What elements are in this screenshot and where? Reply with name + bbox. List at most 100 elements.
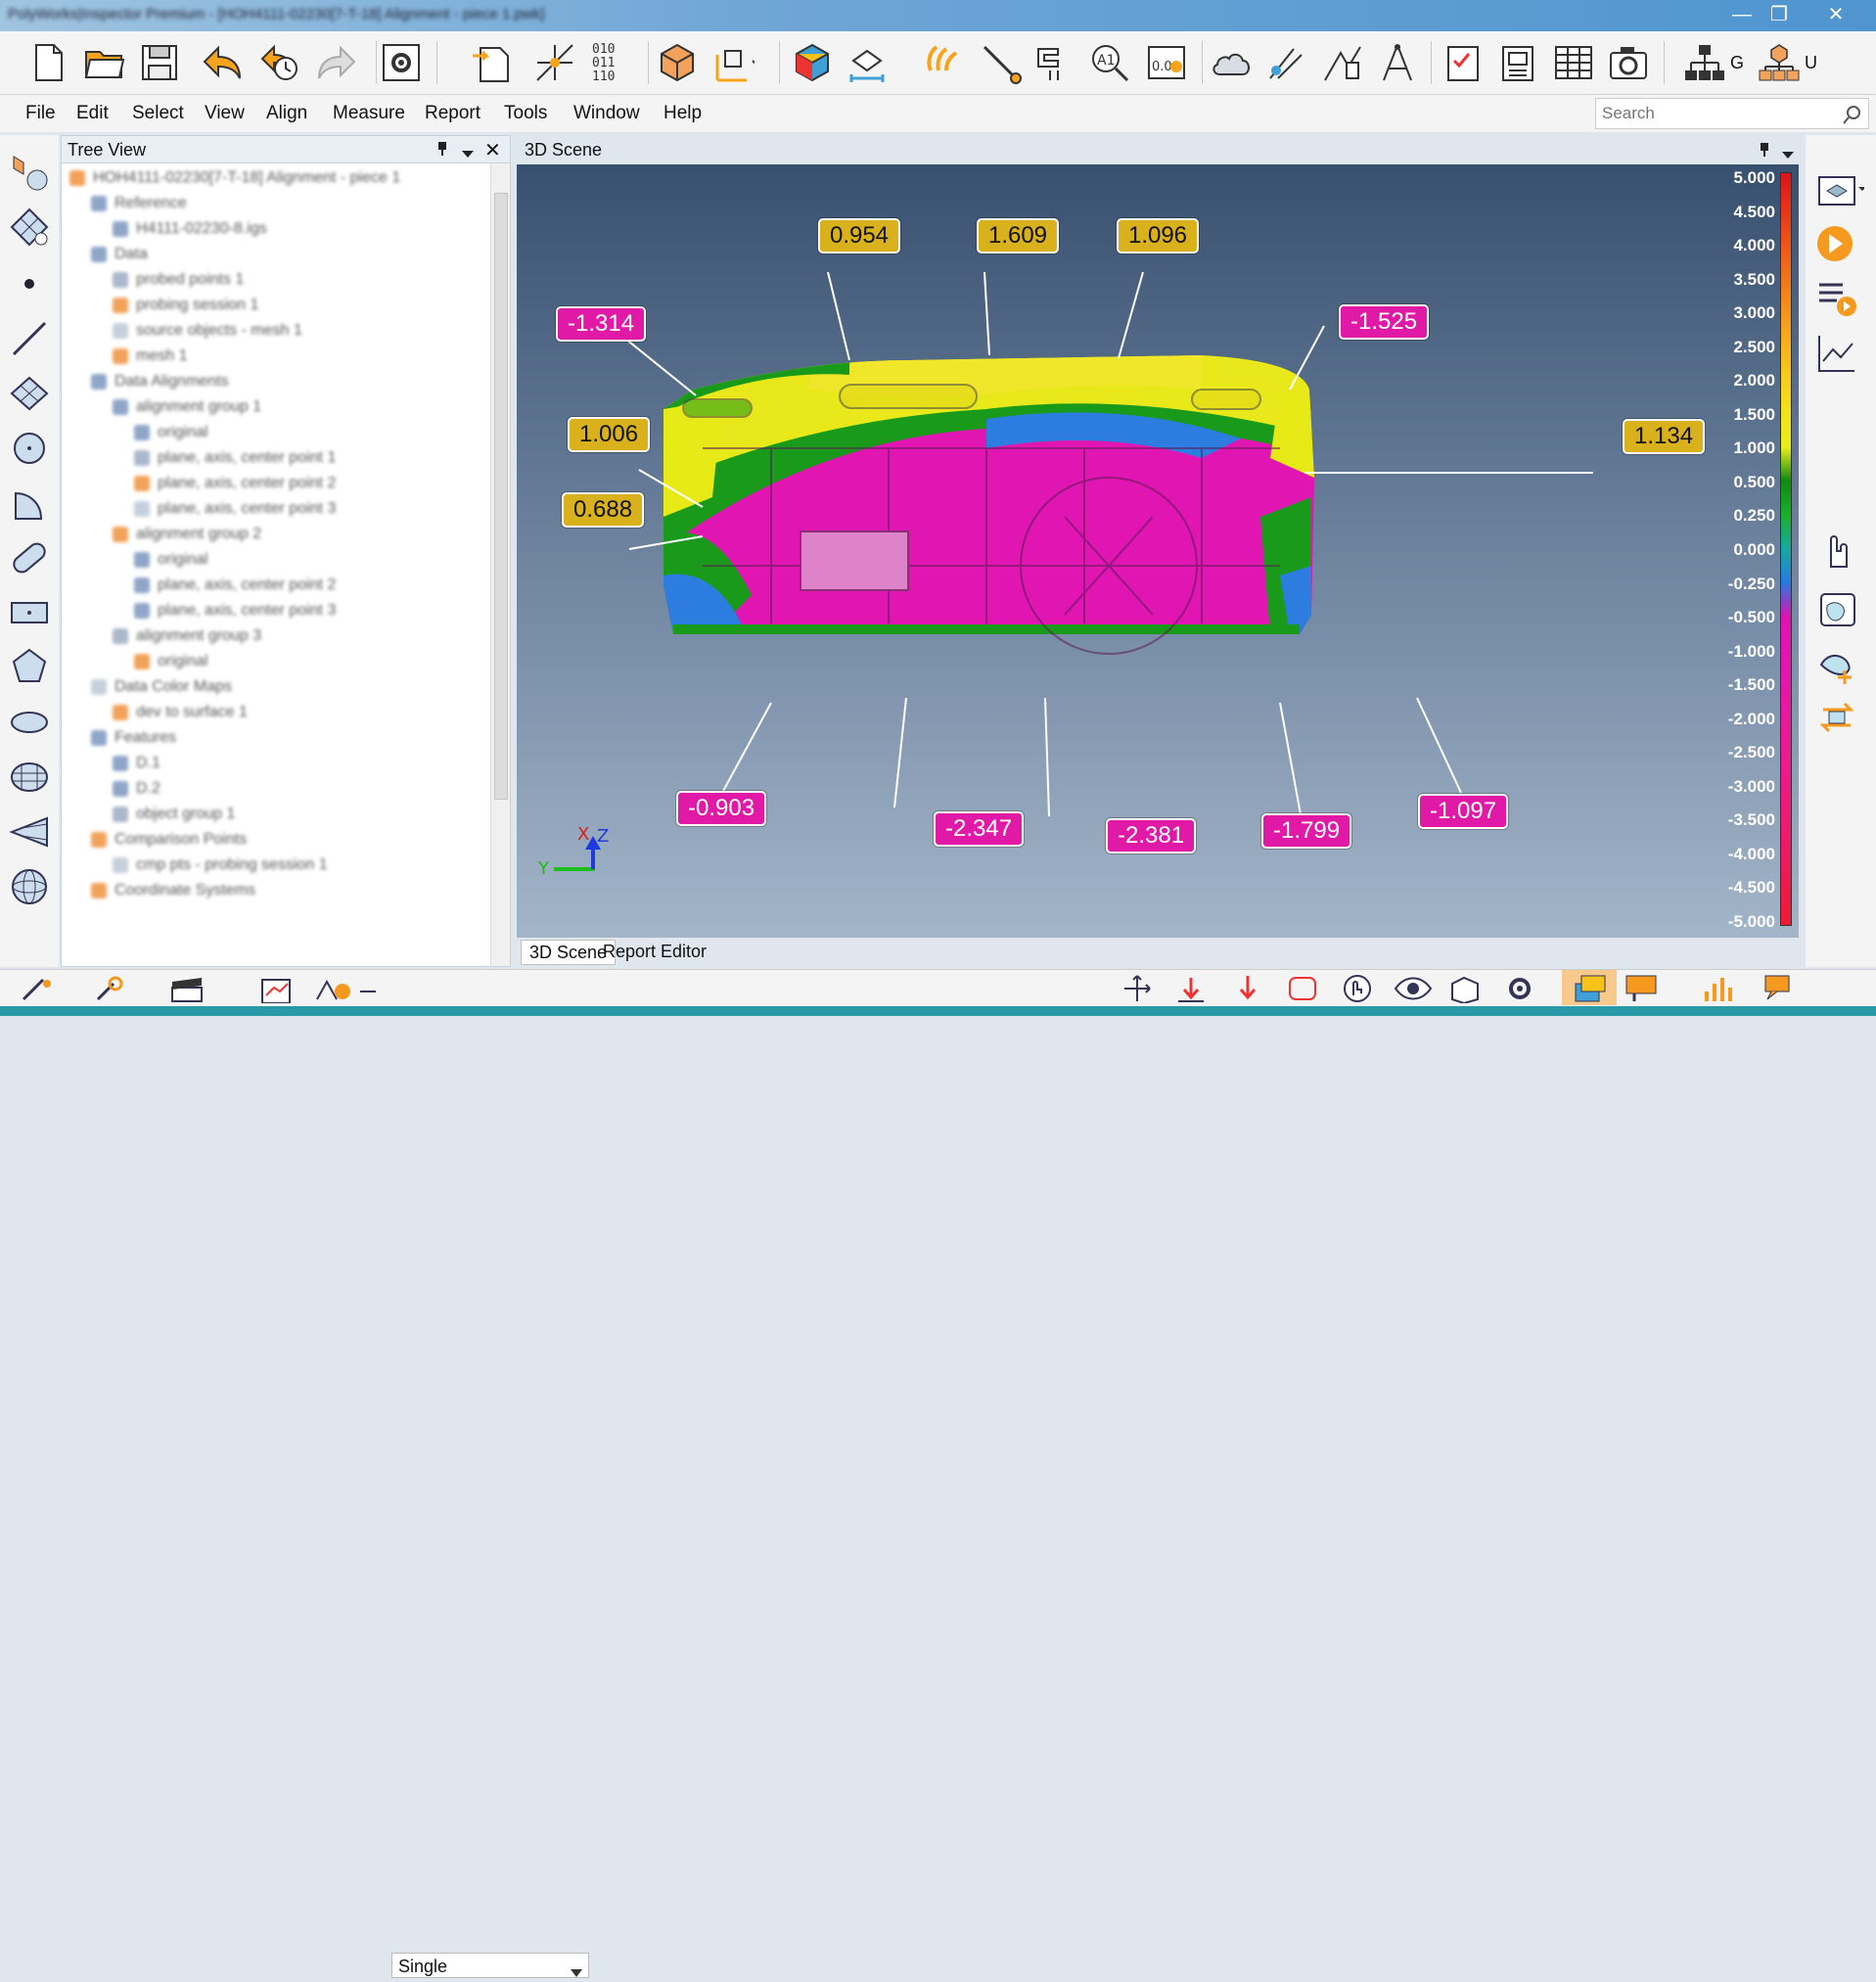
tree-item[interactable]: Data Color Maps xyxy=(91,678,232,704)
pick-tool-icon[interactable] xyxy=(94,976,133,1008)
probe-tool-icon[interactable] xyxy=(20,976,59,1008)
probe-icon[interactable] xyxy=(921,41,964,84)
deviation-label[interactable]: -1.097 xyxy=(1418,794,1509,829)
brush-icon[interactable] xyxy=(313,976,382,1008)
spreadsheet-icon[interactable] xyxy=(1552,41,1595,84)
menu-file[interactable]: File xyxy=(25,103,56,124)
deviation-label[interactable]: -2.381 xyxy=(1106,818,1197,853)
cylinder-icon[interactable] xyxy=(8,756,51,799)
callout-icon[interactable] xyxy=(1762,974,1795,1008)
hand-pointer-icon[interactable] xyxy=(1815,525,1864,574)
plane-icon[interactable] xyxy=(8,372,51,415)
camera-icon[interactable] xyxy=(1607,41,1650,84)
eye-icon[interactable] xyxy=(1394,974,1433,1008)
tree-item[interactable]: HOH4111-02230[7-T-18] Alignment - piece … xyxy=(69,169,400,195)
scene-pin-icon[interactable] xyxy=(1758,141,1771,163)
histogram-icon[interactable] xyxy=(1703,974,1736,1008)
add-object-icon[interactable] xyxy=(1815,642,1864,691)
menu-measure[interactable]: Measure xyxy=(333,103,405,124)
tree-item[interactable]: D.2 xyxy=(113,780,160,806)
chart-icon[interactable] xyxy=(1321,41,1364,84)
cloud-icon[interactable] xyxy=(1210,41,1253,84)
trend-chart-icon[interactable] xyxy=(1815,329,1864,378)
align-icon[interactable] xyxy=(533,41,576,84)
tree-item[interactable]: original xyxy=(134,551,208,576)
menu-help[interactable]: Help xyxy=(663,103,702,124)
polygon-icon[interactable] xyxy=(8,646,51,689)
tree-item[interactable]: plane, axis, center point 2 xyxy=(134,576,336,602)
tree-item[interactable]: plane, axis, center point 1 xyxy=(134,449,336,475)
deviation-label[interactable]: 1.609 xyxy=(976,218,1060,254)
color-map-toggle[interactable] xyxy=(1562,970,1617,1005)
3d-viewport[interactable]: X Z Y 0.954 1.609 1.096 -1.314 -1.525 1.… xyxy=(517,164,1799,938)
deviation-label[interactable]: 1.134 xyxy=(1623,419,1706,454)
tree-item[interactable]: original xyxy=(134,424,208,449)
compass-icon[interactable] xyxy=(1376,41,1419,84)
align-down-icon[interactable] xyxy=(1174,974,1208,1008)
play-icon[interactable] xyxy=(1815,219,1864,268)
close-button[interactable]: ✕ xyxy=(1818,2,1853,27)
scene-view-icon[interactable] xyxy=(1815,164,1864,213)
feature-icon[interactable] xyxy=(847,41,891,84)
tree-item[interactable]: alignment group 1 xyxy=(113,398,261,424)
deviation-label[interactable]: 0.954 xyxy=(817,218,901,254)
tree-item[interactable]: plane, axis, center point 2 xyxy=(134,475,336,500)
tree-item[interactable]: alignment group 3 xyxy=(113,627,261,653)
binary-data-icon[interactable]: 010 011 110 xyxy=(590,41,633,84)
tree-scrollbar[interactable] xyxy=(490,163,510,966)
sphere-icon[interactable] xyxy=(8,865,51,908)
undo-history-icon[interactable] xyxy=(258,41,301,84)
line-icon[interactable] xyxy=(8,317,51,360)
tree-item[interactable]: probing session 1 xyxy=(113,297,258,322)
tree-item[interactable]: Features xyxy=(91,729,176,755)
maximize-button[interactable]: ❐ xyxy=(1762,2,1797,27)
tree-item[interactable]: probed points 1 xyxy=(113,271,244,297)
tree-item[interactable]: Data Alignments xyxy=(91,373,229,398)
swap-icon[interactable] xyxy=(1815,693,1864,742)
rectangle-icon[interactable] xyxy=(8,591,51,634)
snapshot-report-icon[interactable] xyxy=(1497,41,1540,84)
search-input[interactable] xyxy=(1595,98,1869,129)
color-map-icon[interactable] xyxy=(791,41,834,84)
move-icon[interactable] xyxy=(1121,974,1154,1008)
shape-select-icon[interactable] xyxy=(1815,585,1864,634)
undo-icon[interactable] xyxy=(201,41,244,84)
playlist-icon[interactable] xyxy=(1815,274,1864,323)
annotation-icon[interactable] xyxy=(1624,974,1668,1008)
scene-chevron-down-icon[interactable] xyxy=(1781,145,1795,165)
tree-item[interactable]: plane, axis, center point 3 xyxy=(134,602,336,627)
deviation-label[interactable]: -1.525 xyxy=(1339,304,1430,340)
pin-icon[interactable] xyxy=(435,140,449,162)
tree-item[interactable]: Comparison Points xyxy=(91,831,247,856)
pan-hand-icon[interactable] xyxy=(1341,974,1374,1008)
clapper-icon[interactable] xyxy=(168,976,207,1008)
report-check-icon[interactable] xyxy=(1442,41,1486,84)
tree-item[interactable]: H4111-02230-8.igs xyxy=(113,220,267,246)
circle-icon[interactable] xyxy=(8,427,51,470)
tree-item[interactable]: plane, axis, center point 3 xyxy=(134,500,336,526)
search-icon[interactable] xyxy=(1842,104,1863,130)
tree-item[interactable]: source objects - mesh 1 xyxy=(113,322,302,347)
tree-item[interactable]: Reference xyxy=(91,195,187,220)
gear-icon[interactable] xyxy=(1503,974,1536,1008)
cube-icon[interactable] xyxy=(656,41,699,84)
tree-scroll-thumb[interactable] xyxy=(494,193,508,800)
tree-item[interactable]: Coordinate Systems xyxy=(91,882,255,907)
tree-item[interactable]: mesh 1 xyxy=(113,347,187,373)
menu-select[interactable]: Select xyxy=(132,103,184,124)
report-icon[interactable] xyxy=(256,976,296,1008)
tree-item[interactable]: object group 1 xyxy=(113,806,235,831)
save-icon[interactable] xyxy=(138,41,181,84)
deviation-label[interactable]: -1.799 xyxy=(1261,813,1352,849)
close-icon[interactable]: ✕ xyxy=(484,138,501,162)
table-icon[interactable]: 0.0 xyxy=(1145,41,1188,84)
menu-view[interactable]: View xyxy=(205,103,245,124)
network-icon[interactable] xyxy=(1758,41,1801,84)
point-cloud-icon[interactable] xyxy=(8,151,51,194)
menu-tools[interactable]: Tools xyxy=(504,103,547,124)
tree-item[interactable]: cmp pts - probing session 1 xyxy=(113,856,328,882)
menu-report[interactable]: Report xyxy=(425,103,480,124)
tree-icon[interactable] xyxy=(1683,41,1726,84)
arc-icon[interactable] xyxy=(8,482,51,525)
deviation-label[interactable]: -1.314 xyxy=(556,306,647,342)
